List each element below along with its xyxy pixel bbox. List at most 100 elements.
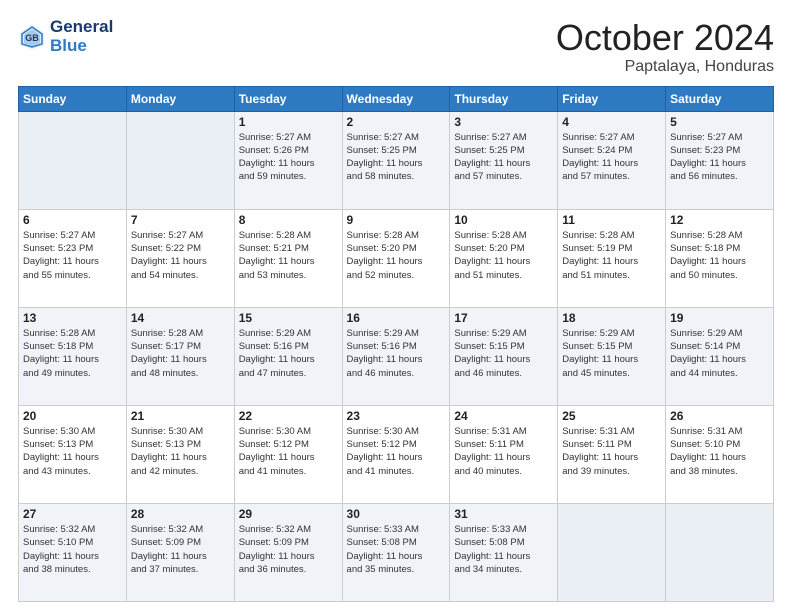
- day-number: 21: [131, 409, 230, 423]
- header: GB General Blue October 2024 Paptalaya, …: [18, 18, 774, 76]
- cal-cell: 19Sunrise: 5:29 AM Sunset: 5:14 PM Dayli…: [666, 307, 774, 405]
- col-header-saturday: Saturday: [666, 86, 774, 111]
- day-number: 31: [454, 507, 553, 521]
- day-number: 17: [454, 311, 553, 325]
- cal-cell: 30 Sunrise: 5:33 AM Sunset: 5:08 PM Dayli…: [342, 503, 450, 601]
- day-number: 28: [131, 507, 230, 521]
- day-number: 13: [23, 311, 122, 325]
- cal-cell: 20 Sunrise: 5:30 AM Sunset: 5:13 PM Dayli…: [19, 405, 127, 503]
- day-number: 7: [131, 213, 230, 227]
- day-info: Sunrise: 5:32 AM Sunset: 5:10 PM Dayligh…: [23, 523, 122, 576]
- cal-cell: 14 Sunrise: 5:28 AM Sunset: 5:17 PM Dayli…: [126, 307, 234, 405]
- page: GB General Blue October 2024 Paptalaya, …: [0, 0, 792, 612]
- day-number: 16: [347, 311, 446, 325]
- cal-cell: 6 Sunrise: 5:27 AM Sunset: 5:23 PM Daylig…: [19, 209, 127, 307]
- day-info: Sunrise: 5:29 AM Sunset: 5:14 PM Dayligh…: [670, 327, 769, 380]
- cal-cell: 29 Sunrise: 5:32 AM Sunset: 5:09 PM Dayli…: [234, 503, 342, 601]
- logo-text: General Blue: [50, 18, 113, 55]
- cal-cell: 13 Sunrise: 5:28 AM Sunset: 5:18 PM Dayli…: [19, 307, 127, 405]
- svg-text:GB: GB: [25, 33, 39, 43]
- col-header-sunday: Sunday: [19, 86, 127, 111]
- day-number: 14: [131, 311, 230, 325]
- cal-cell: 5 Sunrise: 5:27 AM Sunset: 5:23 PM Daylig…: [666, 111, 774, 209]
- day-number: 25: [562, 409, 661, 423]
- day-info: Sunrise: 5:29 AM Sunset: 5:15 PM Dayligh…: [454, 327, 553, 380]
- day-number: 3: [454, 115, 553, 129]
- day-info: Sunrise: 5:31 AM Sunset: 5:10 PM Dayligh…: [670, 425, 769, 478]
- cal-cell: 17 Sunrise: 5:29 AM Sunset: 5:15 PM Dayli…: [450, 307, 558, 405]
- calendar-table: SundayMondayTuesdayWednesdayThursdayFrid…: [18, 86, 774, 602]
- day-number: 18: [562, 311, 661, 325]
- day-number: 22: [239, 409, 338, 423]
- cal-cell: 9 Sunrise: 5:28 AM Sunset: 5:20 PM Daylig…: [342, 209, 450, 307]
- day-info: Sunrise: 5:27 AM Sunset: 5:24 PM Dayligh…: [562, 131, 661, 184]
- day-info: Sunrise: 5:31 AM Sunset: 5:11 PM Dayligh…: [562, 425, 661, 478]
- day-number: 5: [670, 115, 769, 129]
- day-info: Sunrise: 5:27 AM Sunset: 5:26 PM Dayligh…: [239, 131, 338, 184]
- cal-cell: 25 Sunrise: 5:31 AM Sunset: 5:11 PM Dayli…: [558, 405, 666, 503]
- day-info: Sunrise: 5:30 AM Sunset: 5:12 PM Dayligh…: [347, 425, 446, 478]
- day-number: 26: [670, 409, 769, 423]
- day-number: 2: [347, 115, 446, 129]
- cal-cell: 24Sunrise: 5:31 AM Sunset: 5:11 PM Dayli…: [450, 405, 558, 503]
- cal-cell: 3 Sunrise: 5:27 AM Sunset: 5:25 PM Daylig…: [450, 111, 558, 209]
- day-info: Sunrise: 5:30 AM Sunset: 5:12 PM Dayligh…: [239, 425, 338, 478]
- day-number: 24: [454, 409, 553, 423]
- logo-icon: GB: [18, 23, 46, 51]
- cal-cell: 1 Sunrise: 5:27 AM Sunset: 5:26 PM Daylig…: [234, 111, 342, 209]
- day-info: Sunrise: 5:27 AM Sunset: 5:23 PM Dayligh…: [670, 131, 769, 184]
- day-number: 1: [239, 115, 338, 129]
- cal-cell: [558, 503, 666, 601]
- day-info: Sunrise: 5:32 AM Sunset: 5:09 PM Dayligh…: [131, 523, 230, 576]
- logo: GB General Blue: [18, 18, 113, 55]
- cal-cell: 8 Sunrise: 5:28 AM Sunset: 5:21 PM Daylig…: [234, 209, 342, 307]
- day-info: Sunrise: 5:28 AM Sunset: 5:18 PM Dayligh…: [23, 327, 122, 380]
- cal-cell: 15Sunrise: 5:29 AM Sunset: 5:16 PM Dayli…: [234, 307, 342, 405]
- day-info: Sunrise: 5:32 AM Sunset: 5:09 PM Dayligh…: [239, 523, 338, 576]
- day-number: 27: [23, 507, 122, 521]
- cal-cell: 18 Sunrise: 5:29 AM Sunset: 5:15 PM Dayli…: [558, 307, 666, 405]
- subtitle: Paptalaya, Honduras: [556, 58, 774, 76]
- day-info: Sunrise: 5:30 AM Sunset: 5:13 PM Dayligh…: [23, 425, 122, 478]
- day-info: Sunrise: 5:29 AM Sunset: 5:15 PM Dayligh…: [562, 327, 661, 380]
- day-number: 30: [347, 507, 446, 521]
- day-number: 23: [347, 409, 446, 423]
- day-info: Sunrise: 5:27 AM Sunset: 5:25 PM Dayligh…: [347, 131, 446, 184]
- day-info: Sunrise: 5:33 AM Sunset: 5:08 PM Dayligh…: [347, 523, 446, 576]
- day-info: Sunrise: 5:28 AM Sunset: 5:17 PM Dayligh…: [131, 327, 230, 380]
- cal-cell: 21Sunrise: 5:30 AM Sunset: 5:13 PM Dayli…: [126, 405, 234, 503]
- cal-cell: 28 Sunrise: 5:32 AM Sunset: 5:09 PM Dayli…: [126, 503, 234, 601]
- cal-cell: 10 Sunrise: 5:28 AM Sunset: 5:20 PM Dayli…: [450, 209, 558, 307]
- day-number: 8: [239, 213, 338, 227]
- day-info: Sunrise: 5:28 AM Sunset: 5:21 PM Dayligh…: [239, 229, 338, 282]
- day-number: 20: [23, 409, 122, 423]
- day-info: Sunrise: 5:28 AM Sunset: 5:20 PM Dayligh…: [454, 229, 553, 282]
- col-header-tuesday: Tuesday: [234, 86, 342, 111]
- main-title: October 2024: [556, 18, 774, 58]
- day-number: 29: [239, 507, 338, 521]
- cal-cell: 16Sunrise: 5:29 AM Sunset: 5:16 PM Dayli…: [342, 307, 450, 405]
- day-info: Sunrise: 5:28 AM Sunset: 5:19 PM Dayligh…: [562, 229, 661, 282]
- cal-cell: [126, 111, 234, 209]
- cal-cell: [666, 503, 774, 601]
- cal-cell: 4 Sunrise: 5:27 AM Sunset: 5:24 PM Daylig…: [558, 111, 666, 209]
- col-header-thursday: Thursday: [450, 86, 558, 111]
- day-number: 6: [23, 213, 122, 227]
- cal-cell: 11 Sunrise: 5:28 AM Sunset: 5:19 PM Dayli…: [558, 209, 666, 307]
- day-number: 15: [239, 311, 338, 325]
- col-header-wednesday: Wednesday: [342, 86, 450, 111]
- day-info: Sunrise: 5:27 AM Sunset: 5:23 PM Dayligh…: [23, 229, 122, 282]
- day-number: 10: [454, 213, 553, 227]
- col-header-friday: Friday: [558, 86, 666, 111]
- col-header-monday: Monday: [126, 86, 234, 111]
- day-info: Sunrise: 5:28 AM Sunset: 5:20 PM Dayligh…: [347, 229, 446, 282]
- day-number: 4: [562, 115, 661, 129]
- cal-cell: 26 Sunrise: 5:31 AM Sunset: 5:10 PM Dayli…: [666, 405, 774, 503]
- cal-cell: 23 Sunrise: 5:30 AM Sunset: 5:12 PM Dayli…: [342, 405, 450, 503]
- cal-cell: [19, 111, 127, 209]
- day-number: 9: [347, 213, 446, 227]
- cal-cell: 31Sunrise: 5:33 AM Sunset: 5:08 PM Dayli…: [450, 503, 558, 601]
- day-info: Sunrise: 5:27 AM Sunset: 5:25 PM Dayligh…: [454, 131, 553, 184]
- day-number: 12: [670, 213, 769, 227]
- day-number: 11: [562, 213, 661, 227]
